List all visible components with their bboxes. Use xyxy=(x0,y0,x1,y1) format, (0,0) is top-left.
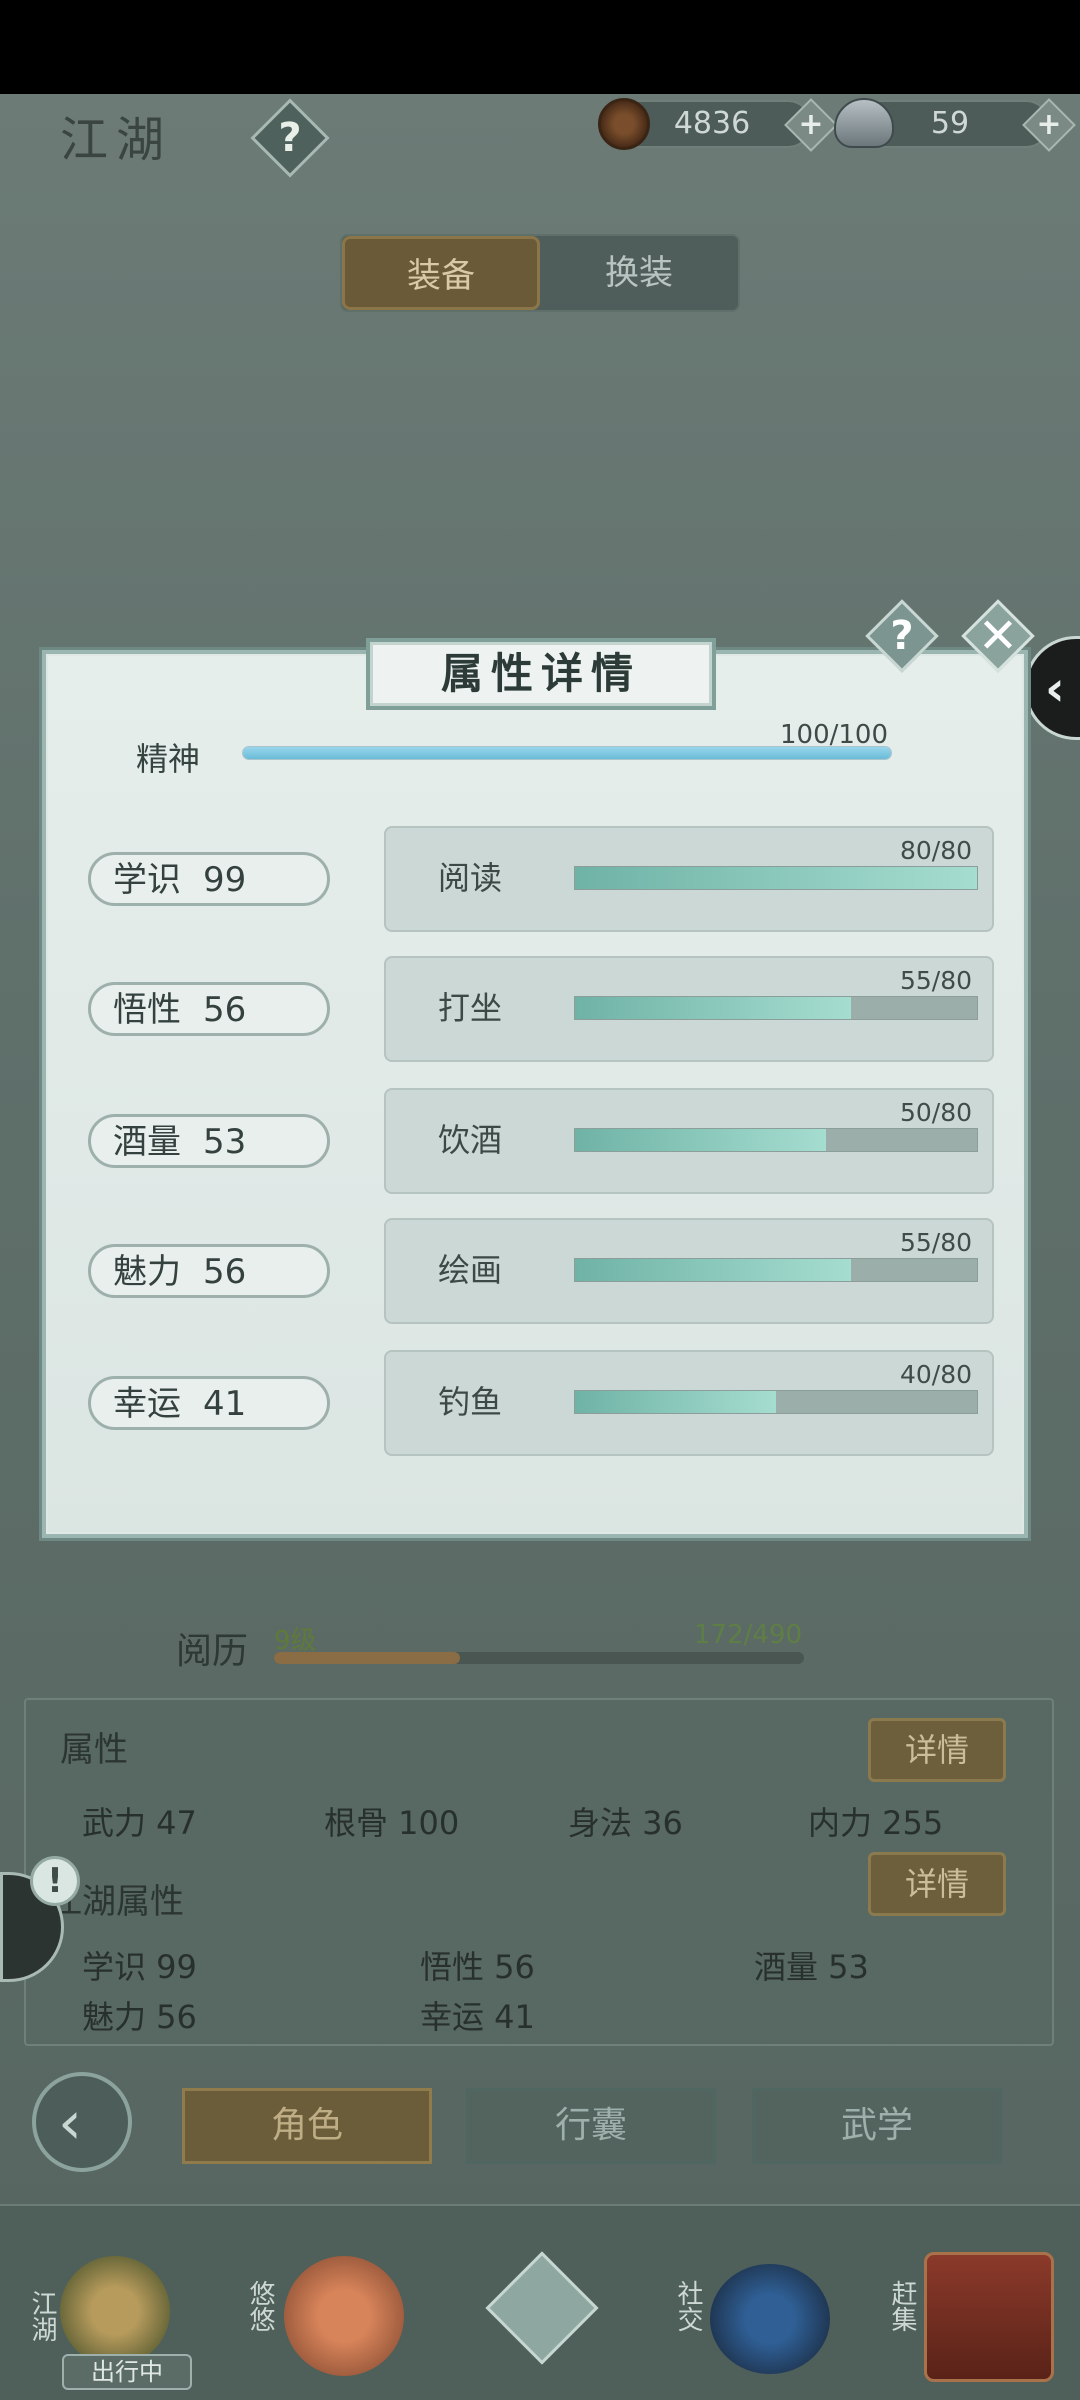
nav-label: 江湖 xyxy=(27,2290,57,2342)
wave-icon xyxy=(710,2264,830,2374)
skill-bar xyxy=(574,1128,978,1152)
skill-bar-fill xyxy=(575,867,977,889)
attribute-pill: 魅力 56 xyxy=(88,1244,330,1298)
spirit-bar-fill xyxy=(243,747,891,759)
attribute-name: 悟性 xyxy=(113,990,181,1030)
nav-label: 社交 xyxy=(673,2280,703,2332)
stat-item: 根骨 100 xyxy=(324,1804,460,1842)
skill-box: 阅读 80/80 xyxy=(384,826,994,932)
skill-value: 50/80 xyxy=(899,1098,972,1127)
question-icon: ? xyxy=(278,115,302,161)
attribute-value: 99 xyxy=(203,860,247,900)
skill-bar-fill xyxy=(575,1259,852,1281)
skill-bar-fill xyxy=(575,997,852,1019)
skill-bar xyxy=(574,1390,978,1414)
back-button[interactable]: ‹ xyxy=(32,2072,132,2172)
modal-title: 属性详情 xyxy=(440,649,641,698)
stat-item: 身法 36 xyxy=(568,1804,683,1842)
skill-box: 打坐 55/80 xyxy=(384,956,994,1062)
coin-icon xyxy=(598,98,650,150)
chevron-left-icon: ‹ xyxy=(1045,661,1065,717)
jianghu-icon xyxy=(60,2256,170,2366)
attribute-value: 53 xyxy=(203,1122,247,1162)
spirit-bar xyxy=(242,746,892,760)
skill-bar xyxy=(574,866,978,890)
nav-market[interactable]: 赶集 xyxy=(880,2216,1054,2396)
compass-star-icon xyxy=(485,2251,599,2365)
skill-bar xyxy=(574,1258,978,1282)
chevron-left-icon: ‹ xyxy=(58,2088,82,2158)
nav-label: 赶集 xyxy=(887,2280,917,2332)
modal-title-plate: 属性详情 xyxy=(366,638,716,710)
attribute-value: 41 xyxy=(203,1384,247,1424)
skill-value: 55/80 xyxy=(899,966,972,995)
stat-item: 幸运 41 xyxy=(420,1998,535,2036)
tab-martial-arts[interactable]: 武学 xyxy=(752,2088,1002,2164)
tab-character[interactable]: 角色 xyxy=(182,2088,432,2164)
attribute-pill: 幸运 41 xyxy=(88,1376,330,1430)
jianghu-detail-button[interactable]: 详情 xyxy=(868,1852,1006,1916)
market-basket-icon xyxy=(924,2252,1054,2382)
spirit-label: 精神 xyxy=(136,740,201,778)
experience-label: 阅历 xyxy=(176,1631,249,1672)
nav-jianghu[interactable]: 江湖 出行中 xyxy=(20,2216,192,2396)
skill-name: 绘画 xyxy=(438,1251,503,1289)
tab-inventory[interactable]: 行囊 xyxy=(466,2088,716,2164)
skill-value: 55/80 xyxy=(899,1228,972,1257)
stat-item: 学识 99 xyxy=(82,1948,197,1986)
skill-box: 饮酒 50/80 xyxy=(384,1088,994,1194)
nav-center[interactable] xyxy=(466,2216,616,2396)
skill-name: 钓鱼 xyxy=(438,1383,503,1421)
attribute-pill: 悟性 56 xyxy=(88,982,330,1036)
stat-item: 魅力 56 xyxy=(82,1998,197,2036)
question-icon: ? xyxy=(890,613,914,659)
attribute-pill: 学识 99 xyxy=(88,852,330,906)
equipment-tabs: 装备 换装 xyxy=(340,234,740,312)
tab-change-outfit[interactable]: 换装 xyxy=(540,236,738,310)
stat-item: 酒量 53 xyxy=(754,1948,869,1986)
attribute-name: 酒量 xyxy=(113,1122,181,1162)
attribute-value: 56 xyxy=(203,1252,247,1292)
traveling-badge: 出行中 xyxy=(62,2354,192,2390)
plus-icon: + xyxy=(1036,107,1062,142)
skill-box: 钓鱼 40/80 xyxy=(384,1350,994,1456)
attributes-detail-button[interactable]: 详情 xyxy=(868,1718,1006,1782)
skill-name: 阅读 xyxy=(438,859,503,897)
plus-icon: + xyxy=(798,107,824,142)
attribute-name: 幸运 xyxy=(113,1384,181,1424)
stat-item: 悟性 56 xyxy=(420,1948,535,1986)
page-title: 江湖 xyxy=(60,112,173,168)
swallow-icon xyxy=(284,2256,404,2376)
attribute-name: 学识 xyxy=(113,860,181,900)
nav-social[interactable]: 社交 xyxy=(666,2216,830,2396)
skill-box: 绘画 55/80 xyxy=(384,1218,994,1324)
skill-value: 40/80 xyxy=(899,1360,972,1389)
stat-item: 武力 47 xyxy=(82,1804,197,1842)
tab-equip[interactable]: 装备 xyxy=(342,236,540,310)
attribute-name: 魅力 xyxy=(113,1252,181,1292)
nav-label: 悠悠 xyxy=(245,2280,275,2332)
close-icon: ✕ xyxy=(977,608,1019,664)
attribute-pill: 酒量 53 xyxy=(88,1114,330,1168)
alert-icon: ! xyxy=(30,1856,80,1906)
skill-value: 80/80 xyxy=(899,836,972,865)
experience-bar xyxy=(274,1652,804,1664)
nav-youyou[interactable]: 悠悠 xyxy=(234,2216,404,2396)
experience-value: 172/490 xyxy=(694,1620,803,1650)
experience-bar-fill xyxy=(274,1652,461,1664)
status-bar xyxy=(0,0,1080,94)
skill-name: 饮酒 xyxy=(438,1121,503,1159)
skill-name: 打坐 xyxy=(438,989,503,1027)
skill-bar-fill xyxy=(575,1391,776,1413)
attribute-value: 56 xyxy=(203,990,247,1030)
attributes-title: 属性 xyxy=(60,1730,128,1770)
skill-bar-fill xyxy=(575,1129,827,1151)
stat-item: 内力 255 xyxy=(808,1804,944,1842)
skill-bar xyxy=(574,996,978,1020)
